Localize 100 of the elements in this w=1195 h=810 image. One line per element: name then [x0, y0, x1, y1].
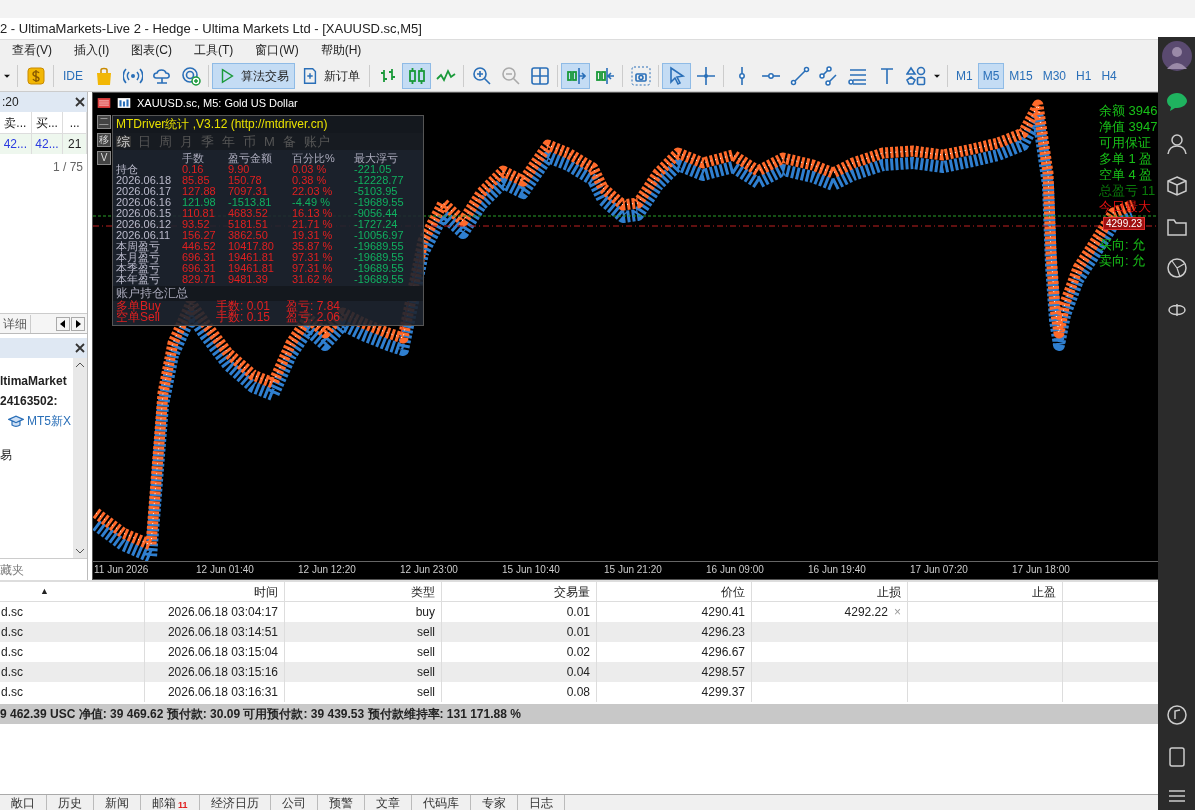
table-cell-text: 0.01	[566, 624, 590, 641]
axis-label: 16 Jun 19:40	[807, 563, 867, 577]
row-label: 本季盈亏	[116, 263, 161, 274]
row-label: 2026.06.15	[116, 208, 173, 219]
row-label: 本年盈亏	[116, 274, 161, 285]
table-cell-text: 10417.80	[228, 241, 275, 252]
tree-item[interactable]: 易	[0, 446, 12, 464]
menu-item[interactable]: 查看(V)	[12, 41, 52, 59]
bottom-tab[interactable]: 敞口	[0, 795, 47, 810]
column-header[interactable]: 交易量	[442, 582, 597, 601]
scrollbar[interactable]	[73, 358, 87, 558]
column-header[interactable]: ▲	[0, 582, 145, 601]
timeframe-button[interactable]: M15	[1004, 62, 1038, 89]
camera-icon	[630, 65, 651, 86]
chart-side-button[interactable]: 二	[97, 115, 111, 129]
table-cell-text: 4299.37	[701, 684, 745, 701]
toolbar-button[interactable]	[662, 62, 691, 89]
column-header[interactable]: 买...	[31, 112, 64, 133]
panel-tab[interactable]: 综	[116, 136, 131, 147]
folder-icon[interactable]	[1165, 217, 1188, 237]
timeframe-button[interactable]: H4	[1096, 62, 1122, 89]
close-icon[interactable]	[75, 97, 85, 107]
column-header[interactable]: 止盈	[908, 582, 1063, 601]
table-cell-text: 19461.81	[228, 263, 275, 274]
menu-item[interactable]: 工具(T)	[194, 41, 234, 59]
table-cell-text: -1727.24	[354, 219, 399, 230]
bottom-tab[interactable]: 日志	[517, 795, 565, 810]
vertical-line-icon	[738, 65, 745, 86]
table-cell-text: sell	[417, 644, 435, 661]
person-icon[interactable]	[1165, 133, 1188, 155]
table-icon	[97, 96, 111, 111]
timeframe-button[interactable]: H1	[1071, 62, 1097, 89]
menu-item[interactable]: 帮助(H)	[320, 41, 362, 59]
timeframe-button[interactable]: M30	[1037, 62, 1072, 89]
toolbar-button[interactable]	[561, 62, 590, 89]
toolbar-button[interactable]: 算法交易	[212, 62, 295, 89]
chart-side-button[interactable]: V	[97, 151, 111, 165]
chat-icon[interactable]	[1164, 91, 1189, 113]
column-header[interactable]: 价位	[597, 582, 752, 601]
zoom-in-icon	[471, 65, 492, 86]
close-icon[interactable]	[75, 343, 85, 353]
toolbar-button[interactable]: 新订单	[295, 62, 366, 89]
scroll-down-icon[interactable]	[76, 549, 84, 554]
table-cell-text: 2026.06.18 03:14:51	[167, 624, 278, 641]
bottom-tab[interactable]: 新闻	[94, 795, 141, 810]
ide-button[interactable]: IDE	[57, 62, 89, 89]
column-header[interactable]: 卖...	[0, 112, 32, 133]
column-header[interactable]: 类型	[285, 582, 442, 601]
table-cell-text: sell	[417, 624, 435, 641]
aperture-icon[interactable]	[1165, 257, 1188, 279]
row-label: 2026.06.11	[116, 230, 172, 241]
horizontal-line-icon	[760, 72, 781, 79]
toolbar-button[interactable]	[402, 62, 431, 89]
column-header[interactable]: 止损	[752, 582, 908, 601]
table-cell-text: 0.38 %	[292, 175, 328, 186]
tree-item[interactable]: ltimaMarket	[0, 372, 67, 390]
mail-count: 11	[178, 798, 188, 810]
scroll-up-icon[interactable]	[76, 362, 84, 367]
column-header: 百分比%	[292, 153, 336, 164]
menu-item[interactable]: 窗口(W)	[255, 41, 299, 59]
table-cell-text: -9056.44	[354, 208, 399, 219]
table-cell-text: 9481.39	[228, 274, 269, 285]
axis-label: 17 Jun 07:20	[909, 563, 969, 577]
column-header[interactable]: 时间	[145, 582, 285, 601]
cube-icon[interactable]	[1165, 175, 1188, 197]
avatar[interactable]	[1161, 41, 1192, 71]
tree-item[interactable]: MT5新X	[27, 412, 71, 430]
table-cell-text: buy	[415, 604, 435, 621]
favorites-tab[interactable]: 藏夹	[0, 560, 24, 579]
table-cell-text: 3862.50	[228, 230, 269, 241]
column-header: 盈亏金额	[228, 153, 273, 164]
timeframe-button[interactable]: M5	[977, 62, 1005, 89]
table-cell-text: 手数: 0.15	[216, 312, 272, 323]
bottom-tab[interactable]: 文章	[364, 795, 412, 810]
chart-side-button[interactable]: 移	[97, 133, 111, 147]
zoom-out-icon	[500, 65, 521, 86]
table-cell-text: 9.90	[228, 164, 250, 175]
table-cell-text: 121.98	[182, 197, 217, 208]
tree-item[interactable]: 24163502:	[0, 392, 58, 410]
bottom-tab[interactable]: 经济日历	[199, 795, 271, 810]
menu-item[interactable]: 图表(C)	[131, 41, 172, 59]
bottom-tab[interactable]: 预警	[317, 795, 365, 810]
bottom-tab[interactable]: 公司	[270, 795, 318, 810]
table-cell-text: d.sc	[1, 664, 23, 681]
axis-label: 15 Jun 21:20	[603, 563, 663, 577]
bottom-tab[interactable]: 代码库	[411, 795, 471, 810]
bottom-tab[interactable]: 专家	[470, 795, 518, 810]
table-cell-text: d.sc	[1, 644, 23, 661]
bottom-tab[interactable]: 邮箱 11	[141, 795, 200, 810]
table-cell-text: 盈亏: 7.84	[286, 301, 342, 312]
menu-item[interactable]: 插入(I)	[74, 41, 110, 59]
scroll-left-button[interactable]	[56, 316, 70, 331]
column-header[interactable]: ...	[63, 112, 87, 133]
timeframe-button[interactable]: M1	[951, 62, 978, 89]
scroll-right-button[interactable]	[71, 316, 85, 331]
table-cell-text: 150.78	[228, 175, 263, 186]
bottom-tab[interactable]: 历史	[47, 795, 94, 810]
table-cell-text: 93.52	[182, 219, 211, 230]
table-cell-text: 4290.41	[701, 604, 745, 621]
music-icon[interactable]	[1165, 704, 1188, 726]
